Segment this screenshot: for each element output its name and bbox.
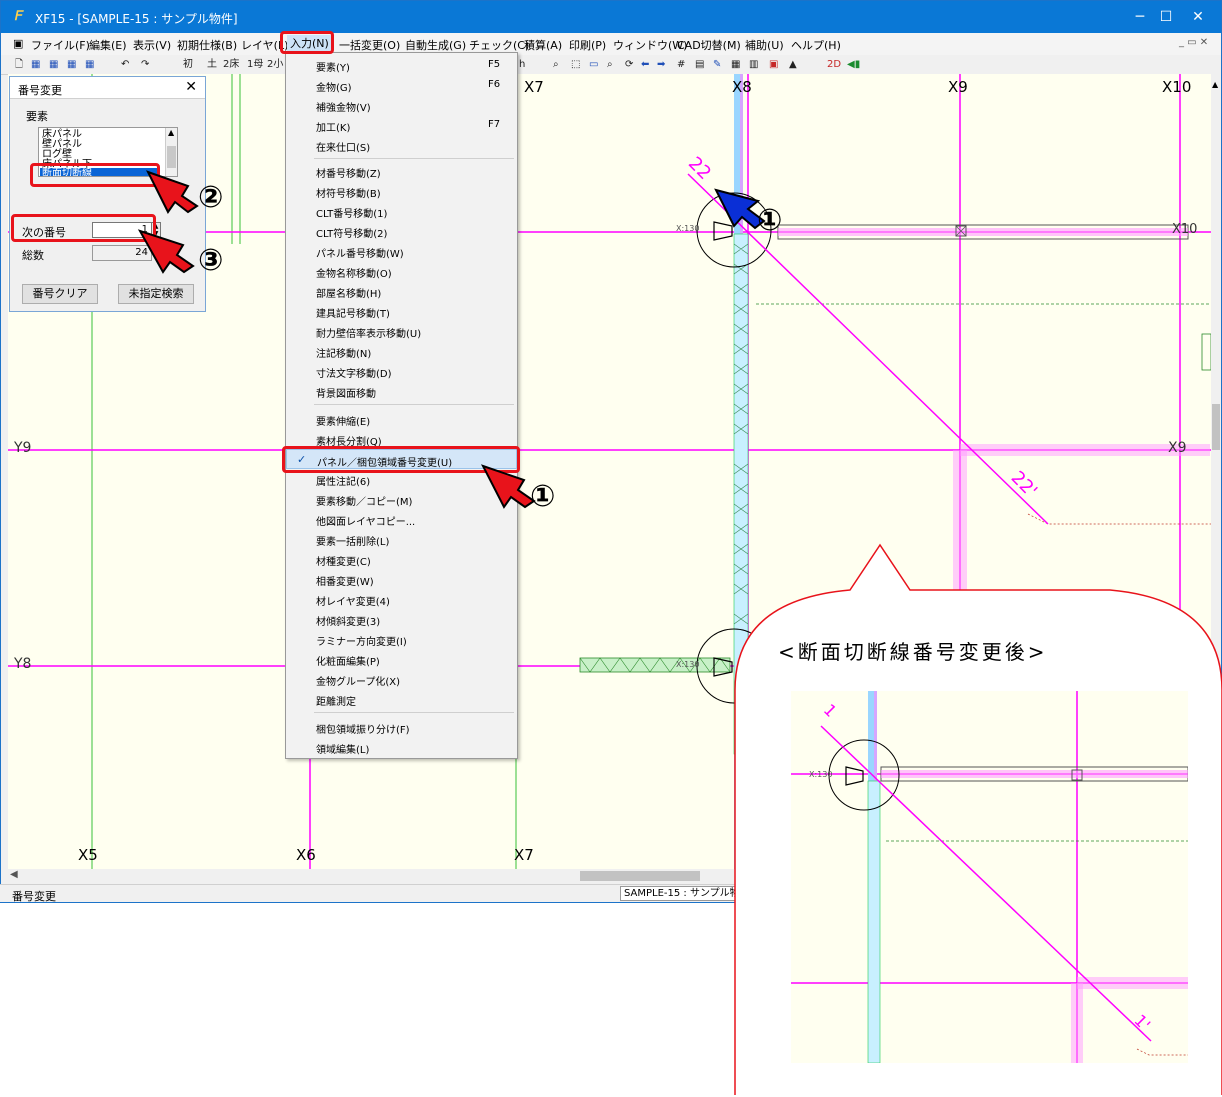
arrow-step-1-menu (480, 464, 536, 509)
callout-title: <断面切断線番号変更後> (778, 640, 1048, 664)
step-marker-1-canvas: ① (757, 203, 783, 238)
callout-inset-drawing: 1 1' X:130 (791, 691, 1188, 1063)
step-marker-2: ② (198, 180, 224, 215)
inset-drawing (791, 691, 1188, 1063)
step-marker-1-menu: ① (530, 479, 556, 514)
arrow-step-3 (137, 229, 195, 274)
inset-section-tag: X:130 (809, 770, 833, 779)
arrow-step-2 (146, 170, 199, 214)
step-marker-3: ③ (198, 243, 224, 278)
